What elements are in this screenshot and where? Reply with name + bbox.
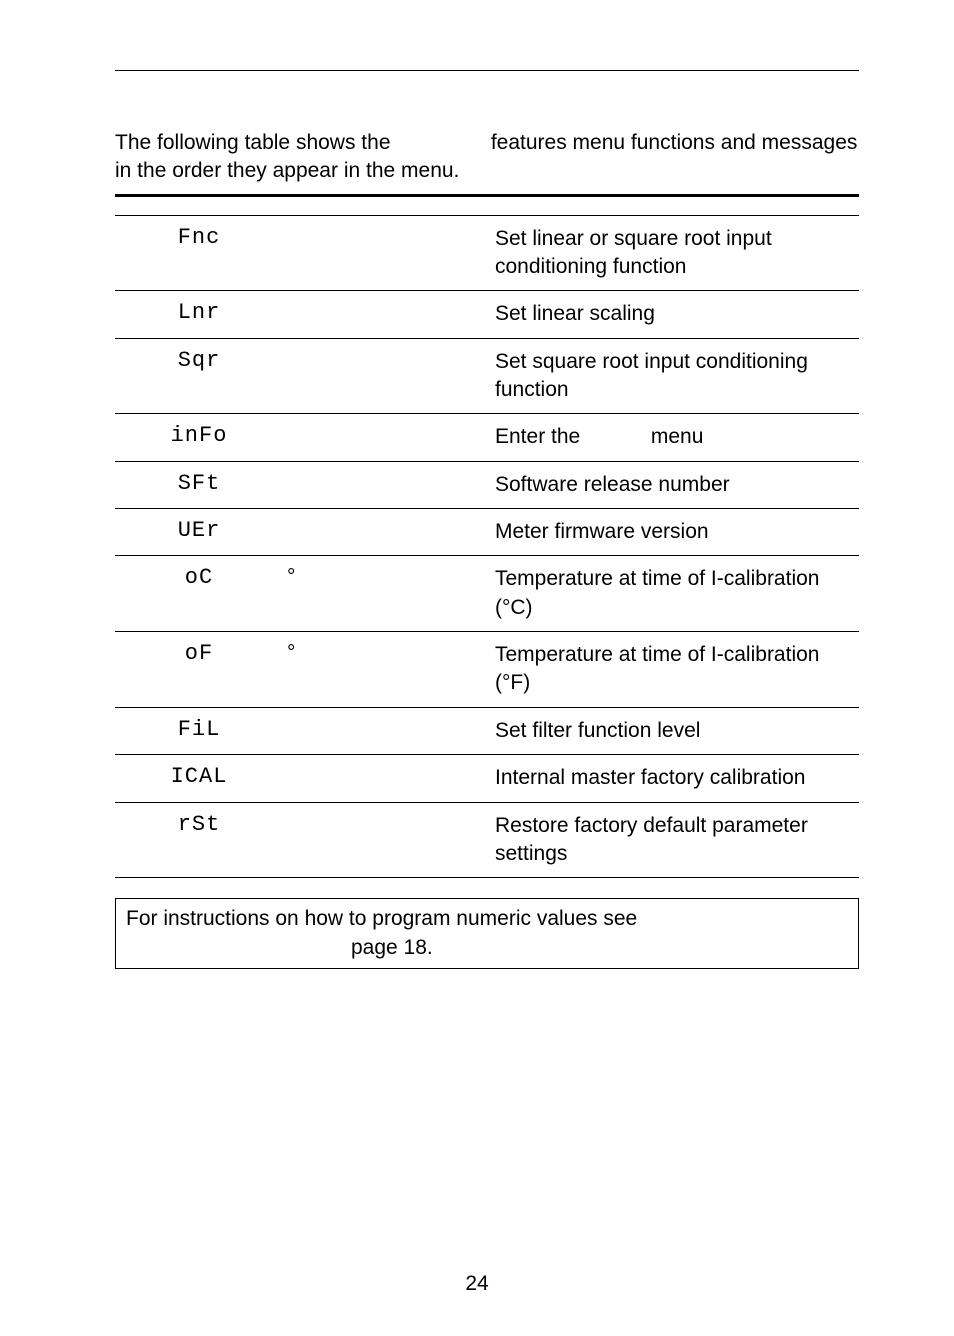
- desc-cell: Temperature at time of I-calibration (°F…: [491, 632, 859, 708]
- mid-cell: [283, 414, 491, 461]
- desc-cell: Restore factory default parameter settin…: [491, 802, 859, 878]
- intro-right: features menu functions and messages: [491, 129, 858, 157]
- top-rule: [115, 70, 859, 71]
- desc-cell: Set square root input conditioning funct…: [491, 338, 859, 414]
- mid-cell: [283, 461, 491, 508]
- display-code: Lnr: [115, 291, 283, 338]
- mid-cell: [283, 291, 491, 338]
- desc-cell: Internal master factory calibration: [491, 755, 859, 802]
- desc-cell: Set linear scaling: [491, 291, 859, 338]
- table-row: oC ° Temperature at time of I-calibratio…: [115, 556, 859, 632]
- desc-cell: Software release number: [491, 461, 859, 508]
- table-row: ICAL Internal master factory calibration: [115, 755, 859, 802]
- mid-cell: °: [283, 632, 491, 708]
- mid-cell: [283, 215, 491, 291]
- page-number: 24: [0, 1272, 954, 1296]
- mid-cell: °: [283, 556, 491, 632]
- table-row: SFt Software release number: [115, 461, 859, 508]
- mid-cell: [283, 802, 491, 878]
- display-code: Sqr: [115, 338, 283, 414]
- desc-post: menu: [651, 425, 704, 448]
- intro-left: The following table shows the: [115, 129, 485, 157]
- display-code: inFo: [115, 414, 283, 461]
- table-row: Fnc Set linear or square root input cond…: [115, 215, 859, 291]
- display-code: Fnc: [115, 215, 283, 291]
- mid-cell: [283, 707, 491, 754]
- desc-cell: Temperature at time of I-calibration (°C…: [491, 556, 859, 632]
- display-code: ICAL: [115, 755, 283, 802]
- display-code: rSt: [115, 802, 283, 878]
- note-line1: For instructions on how to program numer…: [126, 905, 848, 933]
- desc-cell: Enter the menu: [491, 414, 859, 461]
- table-row: FiL Set filter function level: [115, 707, 859, 754]
- desc-pre: Enter the: [495, 423, 645, 451]
- mid-cell: [283, 509, 491, 556]
- table-row: Sqr Set square root input conditioning f…: [115, 338, 859, 414]
- table-row: UEr Meter firmware version: [115, 509, 859, 556]
- note-line2: page 18.: [351, 934, 848, 962]
- features-table: Fnc Set linear or square root input cond…: [115, 215, 859, 879]
- display-code: FiL: [115, 707, 283, 754]
- instructions-note: For instructions on how to program numer…: [115, 898, 859, 969]
- display-code: oC: [115, 556, 283, 632]
- table-top-rule: [115, 194, 859, 197]
- table-row: rSt Restore factory default parameter se…: [115, 802, 859, 878]
- desc-cell: Set filter function level: [491, 707, 859, 754]
- table-row: inFo Enter the menu: [115, 414, 859, 461]
- intro-line2: in the order they appear in the menu.: [115, 159, 459, 182]
- display-code: UEr: [115, 509, 283, 556]
- intro-paragraph: The following table shows the features m…: [115, 129, 859, 186]
- display-code: SFt: [115, 461, 283, 508]
- table-row: Lnr Set linear scaling: [115, 291, 859, 338]
- mid-cell: [283, 755, 491, 802]
- desc-cell: Set linear or square root input conditio…: [491, 215, 859, 291]
- desc-cell: Meter firmware version: [491, 509, 859, 556]
- display-code: oF: [115, 632, 283, 708]
- table-row: oF ° Temperature at time of I-calibratio…: [115, 632, 859, 708]
- mid-cell: [283, 338, 491, 414]
